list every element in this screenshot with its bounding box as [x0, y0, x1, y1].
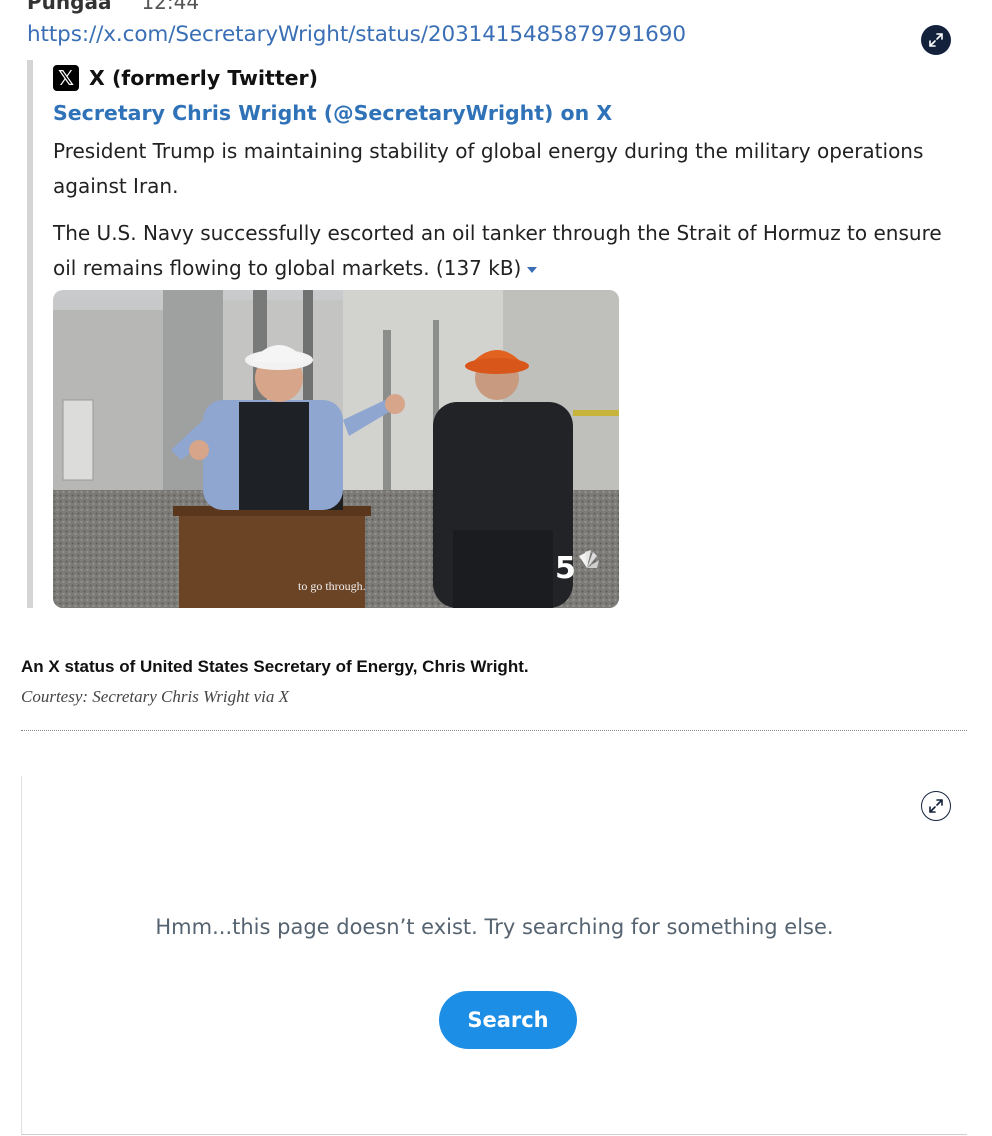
nbc5-logo: 5	[555, 551, 576, 586]
tweet-screenshot-figure: Pungaa 12:44 https://x.com/SecretaryWrigh…	[21, 0, 967, 612]
status-link[interactable]: https://x.com/SecretaryWright/status/203…	[27, 22, 686, 47]
cut-off-header: Pungaa 12:44	[27, 0, 199, 14]
photo-subtitle: to go through.	[298, 579, 366, 593]
preview-title-link[interactable]: Secretary Chris Wright (@SecretaryWright…	[53, 101, 612, 125]
search-button[interactable]: Search	[439, 991, 577, 1049]
preview-body: President Trump is maintaining stability…	[53, 134, 953, 298]
preview-paragraph-1: President Trump is maintaining stability…	[53, 139, 924, 198]
figure-caption: An X status of United States Secretary o…	[21, 657, 529, 676]
preview-source: 𝕏 X (formerly Twitter)	[53, 65, 318, 91]
quote-bar	[27, 60, 33, 608]
expand-arrows-icon	[929, 799, 943, 813]
expand-arrows-icon	[929, 33, 943, 47]
section-divider	[21, 730, 967, 731]
source-name: X (formerly Twitter)	[89, 66, 319, 90]
cut-off-sender-name: Pungaa	[27, 0, 112, 14]
preview-paragraph-2: The U.S. Navy successfully escorted an o…	[53, 216, 953, 286]
not-found-message: Hmm...this page doesn’t exist. Try searc…	[155, 915, 834, 939]
expand-image-button[interactable]	[921, 25, 951, 55]
cut-off-time: 12:44	[141, 0, 200, 14]
preview-paragraph-2-text: The U.S. Navy successfully escorted an o…	[53, 221, 942, 280]
press-conference-photo: to go through. 5	[53, 290, 619, 608]
expand-embed-button[interactable]	[921, 791, 951, 821]
dropdown-caret-icon[interactable]	[527, 266, 538, 273]
figure-credit: Courtesy: Secretary Chris Wright via X	[21, 687, 290, 706]
x-embed-not-found: Hmm...this page doesn’t exist. Try searc…	[21, 776, 967, 1135]
x-logo-icon: 𝕏	[53, 65, 79, 91]
